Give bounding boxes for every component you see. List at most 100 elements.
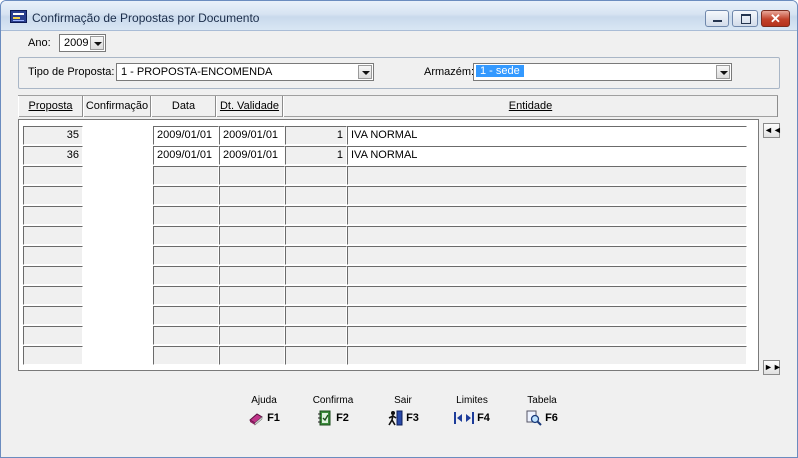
- table-cell[interactable]: [83, 226, 153, 245]
- table-cell[interactable]: [347, 286, 747, 305]
- table-cell[interactable]: [219, 326, 285, 345]
- table-cell[interactable]: [83, 166, 153, 185]
- col-header-dt-validade[interactable]: Dt. Validade: [216, 96, 283, 117]
- table-cell[interactable]: [219, 206, 285, 225]
- table-cell[interactable]: [285, 286, 347, 305]
- table-cell[interactable]: [219, 266, 285, 285]
- table-row[interactable]: [23, 246, 747, 266]
- table-row[interactable]: [23, 306, 747, 326]
- ano-dropdown-icon[interactable]: [90, 36, 104, 50]
- table-cell[interactable]: 2009/01/01: [219, 146, 285, 165]
- table-row[interactable]: [23, 326, 747, 346]
- table-row[interactable]: [23, 186, 747, 206]
- table-cell[interactable]: [153, 246, 219, 265]
- table-cell[interactable]: [347, 266, 747, 285]
- table-cell[interactable]: [83, 206, 153, 225]
- first-record-button[interactable]: ◄◄: [763, 123, 782, 138]
- table-cell[interactable]: [153, 206, 219, 225]
- table-cell[interactable]: [153, 346, 219, 365]
- table-cell[interactable]: [83, 266, 153, 285]
- table-row[interactable]: [23, 166, 747, 186]
- table-cell[interactable]: [347, 306, 747, 325]
- table-cell[interactable]: [285, 346, 347, 365]
- table-cell[interactable]: [83, 126, 153, 145]
- table-cell[interactable]: [23, 206, 83, 225]
- ajuda-f1-button[interactable]: Ajuda F1: [244, 395, 284, 429]
- table-cell[interactable]: [347, 166, 747, 185]
- ano-select[interactable]: 2009: [59, 34, 106, 52]
- table-cell[interactable]: [285, 306, 347, 325]
- table-cell[interactable]: 1: [285, 126, 347, 145]
- armazem-select[interactable]: 1 - sede: [473, 63, 732, 81]
- minimize-button[interactable]: [705, 10, 729, 27]
- sair-f3-button[interactable]: Sair F3: [382, 395, 424, 429]
- table-cell[interactable]: [219, 186, 285, 205]
- table-cell[interactable]: 1: [285, 146, 347, 165]
- col-header-data[interactable]: Data: [151, 96, 216, 117]
- tabela-f6-button[interactable]: Tabela F6: [521, 395, 563, 429]
- table-cell[interactable]: [153, 166, 219, 185]
- limites-f4-button[interactable]: Limites F4: [450, 395, 494, 429]
- table-cell[interactable]: [219, 166, 285, 185]
- table-cell[interactable]: [219, 226, 285, 245]
- title-bar[interactable]: Confirmação de Propostas por Documento ✕: [1, 1, 797, 31]
- table-row[interactable]: [23, 226, 747, 246]
- tipo-proposta-select[interactable]: 1 - PROPOSTA-ENCOMENDA: [116, 63, 374, 81]
- table-cell[interactable]: [347, 186, 747, 205]
- propostas-grid[interactable]: 35 2009/01/01 2009/01/01 1 IVA NORMAL 36 2009/…: [18, 119, 759, 371]
- table-cell[interactable]: [83, 326, 153, 345]
- table-cell[interactable]: [23, 286, 83, 305]
- table-cell[interactable]: [23, 166, 83, 185]
- table-cell[interactable]: [153, 186, 219, 205]
- table-row[interactable]: [23, 266, 747, 286]
- table-cell[interactable]: [23, 246, 83, 265]
- table-cell[interactable]: [285, 166, 347, 185]
- last-record-button[interactable]: ►►: [763, 360, 782, 375]
- confirma-f2-button[interactable]: Confirma F2: [309, 395, 357, 429]
- table-cell[interactable]: [23, 306, 83, 325]
- table-row[interactable]: 36 2009/01/01 2009/01/01 1 IVA NORMAL: [23, 146, 747, 166]
- table-cell[interactable]: [347, 326, 747, 345]
- table-cell[interactable]: [219, 246, 285, 265]
- table-cell[interactable]: [83, 186, 153, 205]
- table-cell[interactable]: [219, 306, 285, 325]
- table-cell[interactable]: [153, 266, 219, 285]
- table-cell[interactable]: [219, 346, 285, 365]
- table-cell[interactable]: [285, 186, 347, 205]
- table-cell[interactable]: [83, 246, 153, 265]
- table-cell[interactable]: [23, 346, 83, 365]
- table-cell[interactable]: [23, 186, 83, 205]
- maximize-button[interactable]: [732, 10, 758, 27]
- table-row[interactable]: [23, 206, 747, 226]
- table-cell[interactable]: [347, 206, 747, 225]
- table-cell[interactable]: [83, 286, 153, 305]
- table-cell[interactable]: IVA NORMAL: [347, 146, 747, 165]
- tipo-proposta-dropdown-icon[interactable]: [358, 65, 372, 79]
- table-cell[interactable]: [347, 346, 747, 365]
- table-cell[interactable]: [153, 226, 219, 245]
- table-cell[interactable]: [153, 306, 219, 325]
- table-cell[interactable]: [285, 266, 347, 285]
- col-header-confirmacao[interactable]: Confirmação: [83, 96, 151, 117]
- table-cell[interactable]: 2009/01/01: [219, 126, 285, 145]
- table-cell[interactable]: [285, 326, 347, 345]
- col-header-entidade[interactable]: Entidade: [283, 96, 778, 117]
- table-row[interactable]: 35 2009/01/01 2009/01/01 1 IVA NORMAL: [23, 126, 747, 146]
- table-cell[interactable]: [83, 346, 153, 365]
- table-cell[interactable]: [219, 286, 285, 305]
- table-cell[interactable]: [153, 326, 219, 345]
- table-cell[interactable]: 2009/01/01: [153, 146, 219, 165]
- table-row[interactable]: [23, 286, 747, 306]
- table-cell[interactable]: 2009/01/01: [153, 126, 219, 145]
- table-cell[interactable]: [83, 146, 153, 165]
- table-cell[interactable]: [285, 226, 347, 245]
- table-cell[interactable]: [83, 306, 153, 325]
- table-cell[interactable]: IVA NORMAL: [347, 126, 747, 145]
- close-button[interactable]: ✕: [761, 10, 790, 27]
- table-cell[interactable]: [23, 226, 83, 245]
- table-cell[interactable]: [285, 206, 347, 225]
- table-cell[interactable]: [347, 226, 747, 245]
- armazem-dropdown-icon[interactable]: [716, 65, 730, 79]
- table-cell[interactable]: 36: [23, 146, 83, 165]
- table-cell[interactable]: [153, 286, 219, 305]
